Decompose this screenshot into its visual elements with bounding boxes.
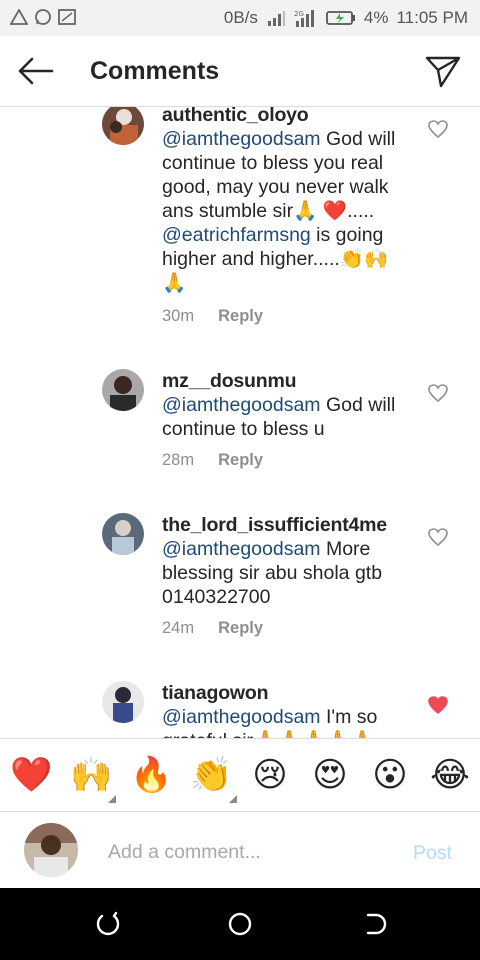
emoji-fire[interactable]: 🔥 — [130, 755, 172, 795]
comment-composer: Post — [0, 812, 480, 888]
home-icon[interactable] — [226, 910, 254, 938]
battery-percent: 4% — [363, 8, 389, 27]
current-user-avatar — [24, 823, 78, 877]
screenshot-icon — [58, 9, 76, 25]
svg-text:2G: 2G — [294, 10, 304, 18]
heart-icon[interactable] — [428, 384, 448, 402]
reply-button[interactable]: Reply — [218, 619, 263, 637]
comment-time: 30m — [162, 307, 195, 325]
arrow-left-icon[interactable] — [16, 54, 56, 88]
post-button[interactable]: Post — [413, 842, 452, 865]
comment-meta: 24m Reply — [162, 619, 263, 638]
notification-icons — [10, 8, 76, 26]
comment-username[interactable]: the_lord_issufficient4me — [162, 513, 412, 537]
battery-icon — [326, 11, 355, 25]
page-title: Comments — [90, 57, 220, 85]
comment-body: authentic_oloyo @iamthegoodsam God will … — [162, 107, 412, 295]
emoji-bar: ❤️ 🙌 🔥 👏 😢 😍 😮 😂 — [0, 738, 480, 812]
comment-mention[interactable]: @iamthegoodsam — [162, 394, 321, 416]
signal-icon — [267, 11, 285, 26]
emoji-laughing-tears[interactable]: 😂 — [430, 755, 470, 795]
comment-time: 24m — [162, 619, 195, 637]
heart-icon[interactable] — [428, 120, 448, 138]
comment-time: 28m — [162, 451, 195, 469]
comment-mention[interactable]: @iamthegoodsam — [162, 128, 321, 150]
emoji-crying-face[interactable]: 😢 — [250, 755, 290, 795]
avatar[interactable] — [102, 107, 144, 145]
reply-button[interactable]: Reply — [218, 451, 263, 469]
network-speed: 0B/s — [223, 8, 258, 27]
reply-button[interactable]: Reply — [218, 307, 263, 325]
comment-meta: 30m Reply — [162, 307, 263, 326]
comments-list[interactable]: authentic_oloyo @iamthegoodsam God will … — [0, 107, 480, 738]
comment-mention-2[interactable]: @eatrichfarmsng — [162, 224, 311, 246]
emoji-red-heart[interactable]: ❤️ — [10, 755, 52, 795]
status-bar: 0B/s 2G 4% 11:05 PM — [0, 0, 480, 36]
signal-icon-2: 2G — [294, 10, 314, 27]
comment-body: tianagowon @iamthegoodsam I'm so gratefu… — [162, 681, 412, 738]
clock: 11:05 PM — [396, 8, 468, 27]
emoji-surprised-face[interactable]: 😮 — [370, 755, 410, 795]
comment-username[interactable]: tianagowon — [162, 681, 412, 705]
whatsapp-icon — [35, 9, 51, 25]
comment-mention[interactable]: @iamthegoodsam — [162, 706, 321, 728]
header: Comments — [0, 36, 480, 107]
avatar[interactable] — [102, 369, 144, 411]
comment-username[interactable]: authentic_oloyo — [162, 107, 412, 127]
comment-username[interactable]: mz__dosunmu — [162, 369, 412, 393]
skin-tone-indicator-icon — [108, 795, 116, 803]
emoji-raising-hands[interactable]: 🙌 — [70, 755, 112, 795]
comment-mention[interactable]: @iamthegoodsam — [162, 538, 321, 560]
comment-body: mz__dosunmu @iamthegoodsam God will cont… — [162, 369, 412, 441]
comment-meta: 28m Reply — [162, 451, 263, 470]
system-nav-bar — [0, 888, 480, 960]
comment-body: the_lord_issufficient4me @iamthegoodsam … — [162, 513, 412, 609]
recent-apps-icon[interactable] — [94, 910, 122, 938]
comment-input[interactable] — [108, 838, 388, 866]
avatar[interactable] — [102, 681, 144, 723]
avatar[interactable] — [102, 513, 144, 555]
emoji-clapping-hands[interactable]: 👏 — [190, 755, 232, 795]
warning-icon — [10, 9, 28, 25]
back-nav-icon[interactable] — [360, 910, 388, 938]
heart-filled-icon[interactable] — [428, 696, 448, 714]
skin-tone-indicator-icon — [229, 795, 237, 803]
emoji-heart-eyes[interactable]: 😍 — [310, 755, 350, 795]
heart-icon[interactable] — [428, 528, 448, 546]
direct-send-icon[interactable] — [424, 53, 462, 89]
